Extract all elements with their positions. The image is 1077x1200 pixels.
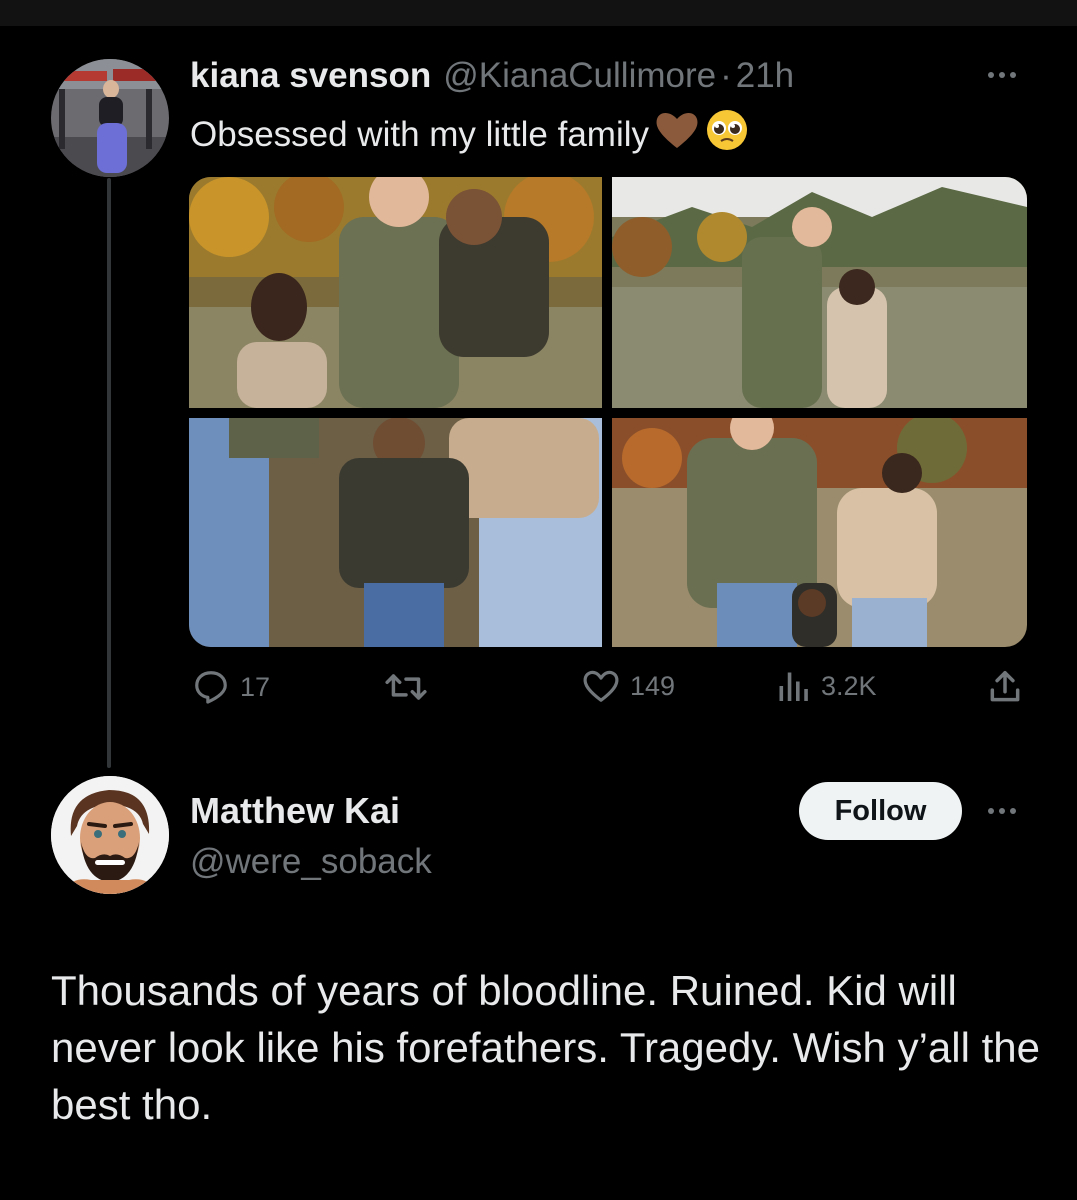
reply-author-handle[interactable]: @were_soback (190, 842, 432, 882)
reply-count: 17 (240, 671, 271, 702)
heart-icon (582, 668, 620, 704)
like-count: 149 (630, 670, 676, 701)
more-options-icon[interactable] (988, 808, 1016, 814)
views-count: 3.2K (821, 670, 877, 701)
photo-grid[interactable] (189, 177, 1027, 647)
tweet-text-content: Obsessed with my little family (190, 114, 650, 154)
family-photo-3[interactable] (189, 418, 602, 647)
more-options-icon[interactable] (988, 72, 1016, 78)
tweet-actions: 17 149 3.2K (0, 668, 1077, 714)
reply-icon (192, 668, 230, 706)
views-chart-icon (775, 668, 811, 704)
reply-text: Thousands of years of bloodline. Ruined.… (51, 967, 1040, 1128)
brown-heart-icon (655, 110, 699, 159)
like-button[interactable]: 149 (582, 668, 675, 704)
author-name[interactable]: kiana svenson (190, 56, 431, 96)
follow-button[interactable]: Follow (799, 782, 962, 840)
page: kiana svenson @KianaCullimore · 21h Obse… (0, 0, 1077, 1200)
avatar[interactable] (51, 776, 169, 894)
tweet-text: Obsessed with my little family (190, 108, 749, 161)
family-photo-2[interactable] (612, 177, 1027, 408)
share-icon (986, 668, 1024, 706)
avatar[interactable] (51, 59, 169, 177)
family-photo-1[interactable] (189, 177, 602, 408)
reply-author-name[interactable]: Matthew Kai (190, 790, 400, 832)
status-bar (0, 0, 1077, 26)
timestamp[interactable]: 21h (736, 56, 794, 96)
reply-button[interactable]: 17 (192, 668, 270, 706)
views-button[interactable]: 3.2K (775, 668, 877, 704)
family-photo-4[interactable] (612, 418, 1027, 647)
separator-dot: · (720, 56, 732, 95)
pleading-face-icon (705, 108, 749, 161)
author-handle[interactable]: @KianaCullimore (443, 56, 716, 96)
share-button[interactable] (986, 668, 1024, 706)
tweet-header: kiana svenson @KianaCullimore · 21h (190, 56, 794, 98)
retweet-button[interactable] (384, 668, 438, 706)
retweet-icon (384, 668, 428, 706)
